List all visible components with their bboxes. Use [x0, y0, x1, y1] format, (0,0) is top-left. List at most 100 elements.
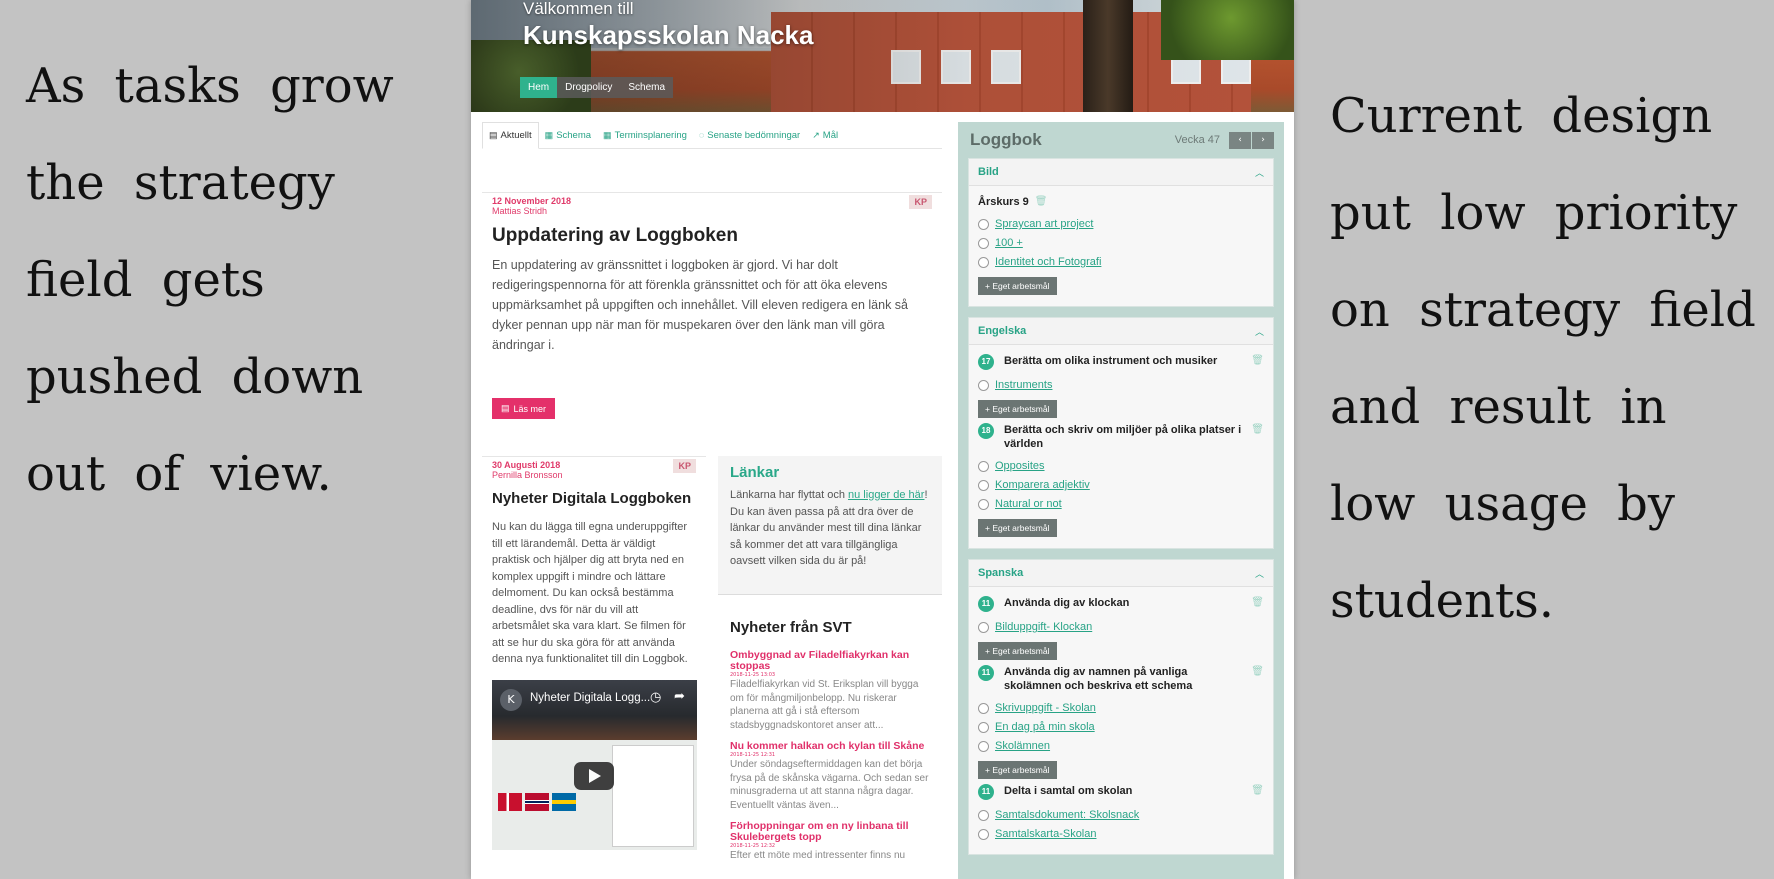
- task-item: Skrivuppgift - Skolan: [978, 701, 1264, 715]
- task-link[interactable]: Samtalsdokument: Skolsnack: [995, 809, 1139, 821]
- task-checkbox[interactable]: [978, 479, 989, 491]
- chevron-up-icon[interactable]: ︿: [1255, 567, 1264, 580]
- learning-goal: 18 Berätta och skriv om miljöer på olika…: [978, 423, 1264, 451]
- add-goal-label: Eget arbetsmål: [992, 404, 1050, 414]
- svt-title: Nyheter från SVT: [730, 619, 852, 636]
- post-body: En uppdatering av gränssnittet i loggbok…: [492, 258, 909, 352]
- task-checkbox[interactable]: [978, 828, 989, 840]
- video-embed[interactable]: K Nyheter Digitala Logg... ◷ ➦: [492, 679, 697, 850]
- svt-news-item[interactable]: Nu kommer halkan och kylan till Skåne 20…: [730, 741, 935, 812]
- tab-terminsplanering[interactable]: ▦ Terminsplanering: [597, 122, 693, 148]
- task-item: Skolämnen: [978, 739, 1264, 753]
- author-badge: KP: [673, 459, 696, 473]
- read-more-label: Läs mer: [513, 403, 547, 414]
- share-icon[interactable]: ➦: [674, 689, 685, 704]
- add-goal-label: Eget arbetsmål: [992, 646, 1050, 656]
- task-checkbox[interactable]: [978, 740, 989, 752]
- add-own-goal-button[interactable]: + Eget arbetsmål: [978, 277, 1057, 295]
- task-checkbox[interactable]: [978, 379, 989, 391]
- main-content: ▤ Aktuellt ▦ Schema ▦ Terminsplanering ◌…: [482, 122, 942, 861]
- task-link[interactable]: Spraycan art project: [995, 218, 1093, 230]
- nav-drogpolicy[interactable]: Drogpolicy: [557, 77, 620, 98]
- school-website: Välkommen till Kunskapsskolan Nacka Hem …: [471, 0, 1294, 879]
- task-link[interactable]: Identitet och Fotografi: [995, 256, 1101, 268]
- task-checkbox[interactable]: [978, 498, 989, 510]
- task-link[interactable]: Instruments: [995, 379, 1052, 391]
- task-link[interactable]: Natural or not: [995, 498, 1062, 510]
- task-link[interactable]: Bilduppgift- Klockan: [995, 621, 1092, 633]
- goal-text: Använda dig av klockan: [1004, 597, 1130, 609]
- learning-goal: 11 Använda dig av klockan 🗑: [978, 596, 1264, 612]
- task-checkbox[interactable]: [978, 621, 989, 633]
- tab-label: Terminsplanering: [614, 129, 687, 141]
- play-button[interactable]: [574, 761, 614, 790]
- add-own-goal-button[interactable]: + Eget arbetsmål: [978, 519, 1057, 537]
- add-own-goal-button[interactable]: + Eget arbetsmål: [978, 761, 1057, 779]
- tab-mal[interactable]: ↗ Mål: [806, 122, 844, 148]
- task-link[interactable]: Skrivuppgift - Skolan: [995, 702, 1096, 714]
- task-link[interactable]: Skolämnen: [995, 740, 1050, 752]
- goal-text: Berätta om olika instrument och musiker: [1004, 355, 1218, 367]
- chevron-up-icon[interactable]: ︿: [1255, 325, 1264, 338]
- task-checkbox[interactable]: [978, 237, 989, 249]
- channel-avatar: K: [500, 688, 522, 711]
- task-checkbox[interactable]: [978, 721, 989, 733]
- trash-icon[interactable]: 🗑: [1035, 195, 1048, 209]
- goal-text: Delta i samtal om skolan: [1004, 785, 1133, 797]
- post-author: Pernilla Bronsson: [492, 470, 563, 480]
- svt-item-title[interactable]: Ombyggnad av Filadelfiakyrkan kan stoppa…: [730, 650, 935, 672]
- svt-news-item[interactable]: Förhoppningar om en ny linbana till Skul…: [730, 821, 935, 863]
- next-week-button[interactable]: ›: [1252, 131, 1274, 149]
- tab-aktuellt[interactable]: ▤ Aktuellt: [482, 122, 539, 149]
- flags-image: [498, 792, 576, 811]
- tab-schema[interactable]: ▦ Schema: [539, 122, 597, 148]
- newspaper-icon: ▤: [489, 130, 498, 140]
- svt-news-item[interactable]: Ombyggnad av Filadelfiakyrkan kan stoppa…: [730, 650, 935, 732]
- svt-item-title[interactable]: Nu kommer halkan och kylan till Skåne: [730, 741, 935, 752]
- prev-week-button[interactable]: ‹: [1229, 131, 1251, 149]
- learning-goal: 17 Berätta om olika instrument och musik…: [978, 354, 1264, 370]
- task-link[interactable]: Samtalskarta-Skolan: [995, 828, 1097, 840]
- trash-icon[interactable]: 🗑: [1251, 423, 1264, 437]
- clock-icon[interactable]: ◷: [650, 690, 661, 705]
- post-title: Nyheter Digitala Loggboken: [492, 490, 692, 507]
- subject-name: Engelska: [978, 325, 1027, 337]
- subject-header[interactable]: Bild ︿: [969, 159, 1273, 186]
- read-more-button[interactable]: ▤ Läs mer: [492, 398, 556, 419]
- add-own-goal-button[interactable]: + Eget arbetsmål: [978, 400, 1057, 418]
- task-checkbox[interactable]: [978, 256, 989, 268]
- task-checkbox[interactable]: [978, 218, 989, 230]
- task-link[interactable]: Opposites: [995, 460, 1045, 472]
- trash-icon[interactable]: 🗑: [1251, 354, 1264, 368]
- learning-goal: 11 Använda dig av namnen på vanliga skol…: [978, 665, 1264, 693]
- task-item: Komparera adjektiv: [978, 478, 1264, 492]
- goal-number-badge: 17: [978, 354, 994, 370]
- nav-hem[interactable]: Hem: [520, 77, 558, 98]
- links-here-link[interactable]: nu ligger de här: [848, 489, 924, 501]
- task-checkbox[interactable]: [978, 460, 989, 472]
- task-link[interactable]: En dag på min skola: [995, 721, 1095, 733]
- svt-item-text: Filadelfiakyrkan vid St. Eriksplan vill …: [730, 679, 919, 731]
- trash-icon[interactable]: 🗑: [1251, 784, 1264, 798]
- task-link[interactable]: Komparera adjektiv: [995, 479, 1090, 491]
- comment-icon: ◌: [698, 130, 705, 140]
- chevron-up-icon[interactable]: ︿: [1255, 166, 1264, 179]
- svt-news: Nyheter från SVT Ombyggnad av Filadelfia…: [730, 619, 935, 872]
- nav-schema[interactable]: Schema: [620, 77, 673, 98]
- add-goal-label: Eget arbetsmål: [992, 281, 1050, 291]
- trash-icon[interactable]: 🗑: [1251, 665, 1264, 679]
- post-body: Nu kan du lägga till egna underuppgifter…: [492, 521, 688, 665]
- goal-number-badge: 11: [978, 784, 994, 800]
- news-post: 12 November 2018 Mattias Stridh KP Uppda…: [482, 192, 942, 419]
- add-own-goal-button[interactable]: + Eget arbetsmål: [978, 642, 1057, 660]
- tab-senaste-bedomningar[interactable]: ◌ Senaste bedömningar: [693, 122, 806, 148]
- right-annotation-text: Current design put low priority on strat…: [1330, 88, 1756, 629]
- subject-header[interactable]: Engelska ︿: [969, 318, 1273, 345]
- task-link[interactable]: 100 +: [995, 237, 1023, 249]
- task-checkbox[interactable]: [978, 702, 989, 714]
- svt-item-title[interactable]: Förhoppningar om en ny linbana till Skul…: [730, 821, 935, 843]
- trash-icon[interactable]: 🗑: [1251, 596, 1264, 610]
- subject-header[interactable]: Spanska ︿: [969, 560, 1273, 587]
- grade-heading: Årskurs 9: [978, 196, 1029, 208]
- task-checkbox[interactable]: [978, 809, 989, 821]
